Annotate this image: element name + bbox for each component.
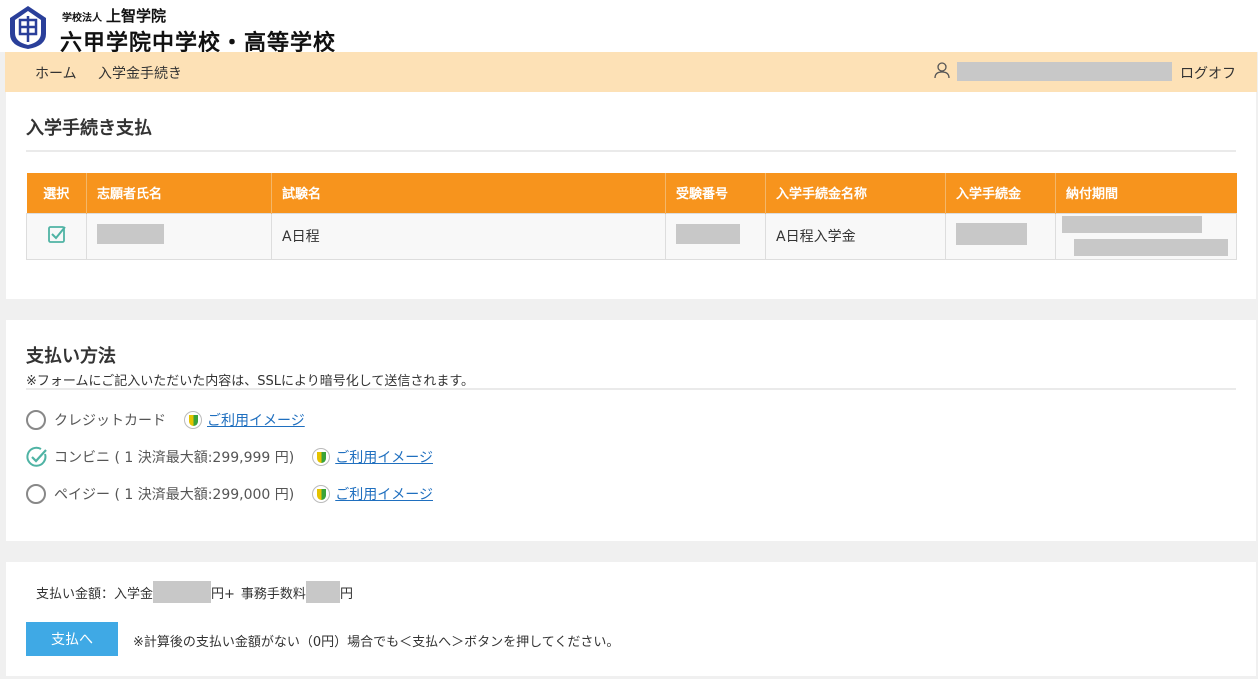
section-title: 入学手続き支払 xyxy=(26,118,152,139)
pay-note: ※計算後の支払い金額がない（0円）場合でも＜支払へ＞ボタンを押してください。 xyxy=(133,635,620,650)
redacted-exam-number xyxy=(676,224,740,244)
payment-summary-panel: 支払い金額：入学金 円+ 事務手数料 円 支払へ ※計算後の支払い金額がない（0… xyxy=(6,562,1256,676)
exam-name-cell: A日程 xyxy=(271,212,666,260)
payment-option-convenience-store[interactable]: コンビニ ( 1 決済最大額:299,999 円) ご利用イメージ xyxy=(26,446,433,468)
beginner-mark-icon xyxy=(312,485,331,503)
amount-label: 支払い金額：入学金 xyxy=(36,586,154,602)
radio-checked-icon[interactable] xyxy=(26,446,48,468)
checkbox-checked-icon[interactable] xyxy=(47,224,67,244)
payment-table: 選択 志願者氏名 試験名 受験番号 入学手続金名称 入学手続金 納付期間 A日程 xyxy=(26,173,1237,260)
user-name-redacted xyxy=(957,62,1172,81)
school-crest-logo xyxy=(10,6,46,49)
table-header-row: 選択 志願者氏名 試験名 受験番号 入学手続金名称 入学手続金 納付期間 xyxy=(26,173,1237,213)
site-header: 学校法人 上智学院 六甲学院中学校・高等学校 xyxy=(0,0,1258,56)
payment-option-credit-card[interactable]: クレジットカード ご利用イメージ xyxy=(26,409,305,431)
pay-button[interactable]: 支払へ xyxy=(26,622,118,656)
table-row: A日程 A日程入学金 xyxy=(26,212,1237,260)
option-label: クレジットカード xyxy=(54,413,166,429)
column-header: 受験番号 xyxy=(665,173,766,213)
fee-amount-cell xyxy=(945,212,1056,260)
fee-name-cell: A日程入学金 xyxy=(765,212,946,260)
beginner-mark-icon xyxy=(312,448,331,466)
service-fee-label: 事務手数料 xyxy=(240,586,306,602)
column-header: 試験名 xyxy=(271,173,666,213)
applicant-name-cell xyxy=(86,212,272,260)
column-header: 納付期間 xyxy=(1055,173,1237,213)
radio-unselected-icon[interactable] xyxy=(26,484,46,504)
column-header: 選択 xyxy=(26,173,87,213)
section-title: 支払い方法 xyxy=(26,346,116,367)
radio-unselected-icon[interactable] xyxy=(26,410,46,430)
redacted-fee xyxy=(956,223,1027,245)
nav-admission-procedure[interactable]: 入学金手続き xyxy=(98,63,182,83)
ssl-note: ※フォームにご記入いただいた内容は、SSLにより暗号化して送信されます。 xyxy=(26,374,475,389)
exam-number-cell xyxy=(665,212,766,260)
top-nav: ホーム 入学金手続き ログオフ xyxy=(5,52,1257,92)
payment-amount-line: 支払い金額：入学金 円+ 事務手数料 円 xyxy=(36,581,353,603)
payment-option-pay-easy[interactable]: ペイジー ( 1 決済最大額:299,000 円) ご利用イメージ xyxy=(26,483,433,505)
usage-image-link[interactable]: ご利用イメージ xyxy=(207,410,305,430)
usage-image-link[interactable]: ご利用イメージ xyxy=(335,484,433,504)
option-label: コンビニ ( 1 決済最大額:299,999 円) xyxy=(54,450,295,466)
divider xyxy=(26,388,1236,390)
redacted-period-end xyxy=(1074,239,1228,256)
redacted-name xyxy=(97,224,164,244)
usage-image-link[interactable]: ご利用イメージ xyxy=(335,447,433,467)
option-label: ペイジー ( 1 決済最大額:299,000 円) xyxy=(54,487,295,503)
redacted-admission-fee xyxy=(153,581,212,603)
nav-home[interactable]: ホーム xyxy=(35,63,77,83)
column-header: 入学手続金名称 xyxy=(765,173,946,213)
divider xyxy=(26,150,1236,152)
payment-method-panel: 支払い方法 ※フォームにご記入いただいた内容は、SSLにより暗号化して送信されま… xyxy=(6,320,1256,541)
column-header: 入学手続金 xyxy=(945,173,1056,213)
yen-unit: 円 xyxy=(339,586,353,602)
redacted-period-start xyxy=(1062,216,1202,233)
payment-target-panel: 入学手続き支払 選択 志願者氏名 試験名 受験番号 入学手続金名称 入学手続金 … xyxy=(6,92,1256,299)
beginner-mark-icon xyxy=(184,411,202,429)
user-icon xyxy=(934,62,950,79)
yen-unit: 円+ xyxy=(211,586,235,602)
payment-period-cell xyxy=(1055,212,1237,260)
logout-link[interactable]: ログオフ xyxy=(1180,63,1236,83)
redacted-service-fee xyxy=(305,581,340,603)
corporation-name: 学校法人 上智学院 xyxy=(62,7,167,25)
column-header: 志願者氏名 xyxy=(86,173,272,213)
select-cell[interactable] xyxy=(26,212,87,260)
